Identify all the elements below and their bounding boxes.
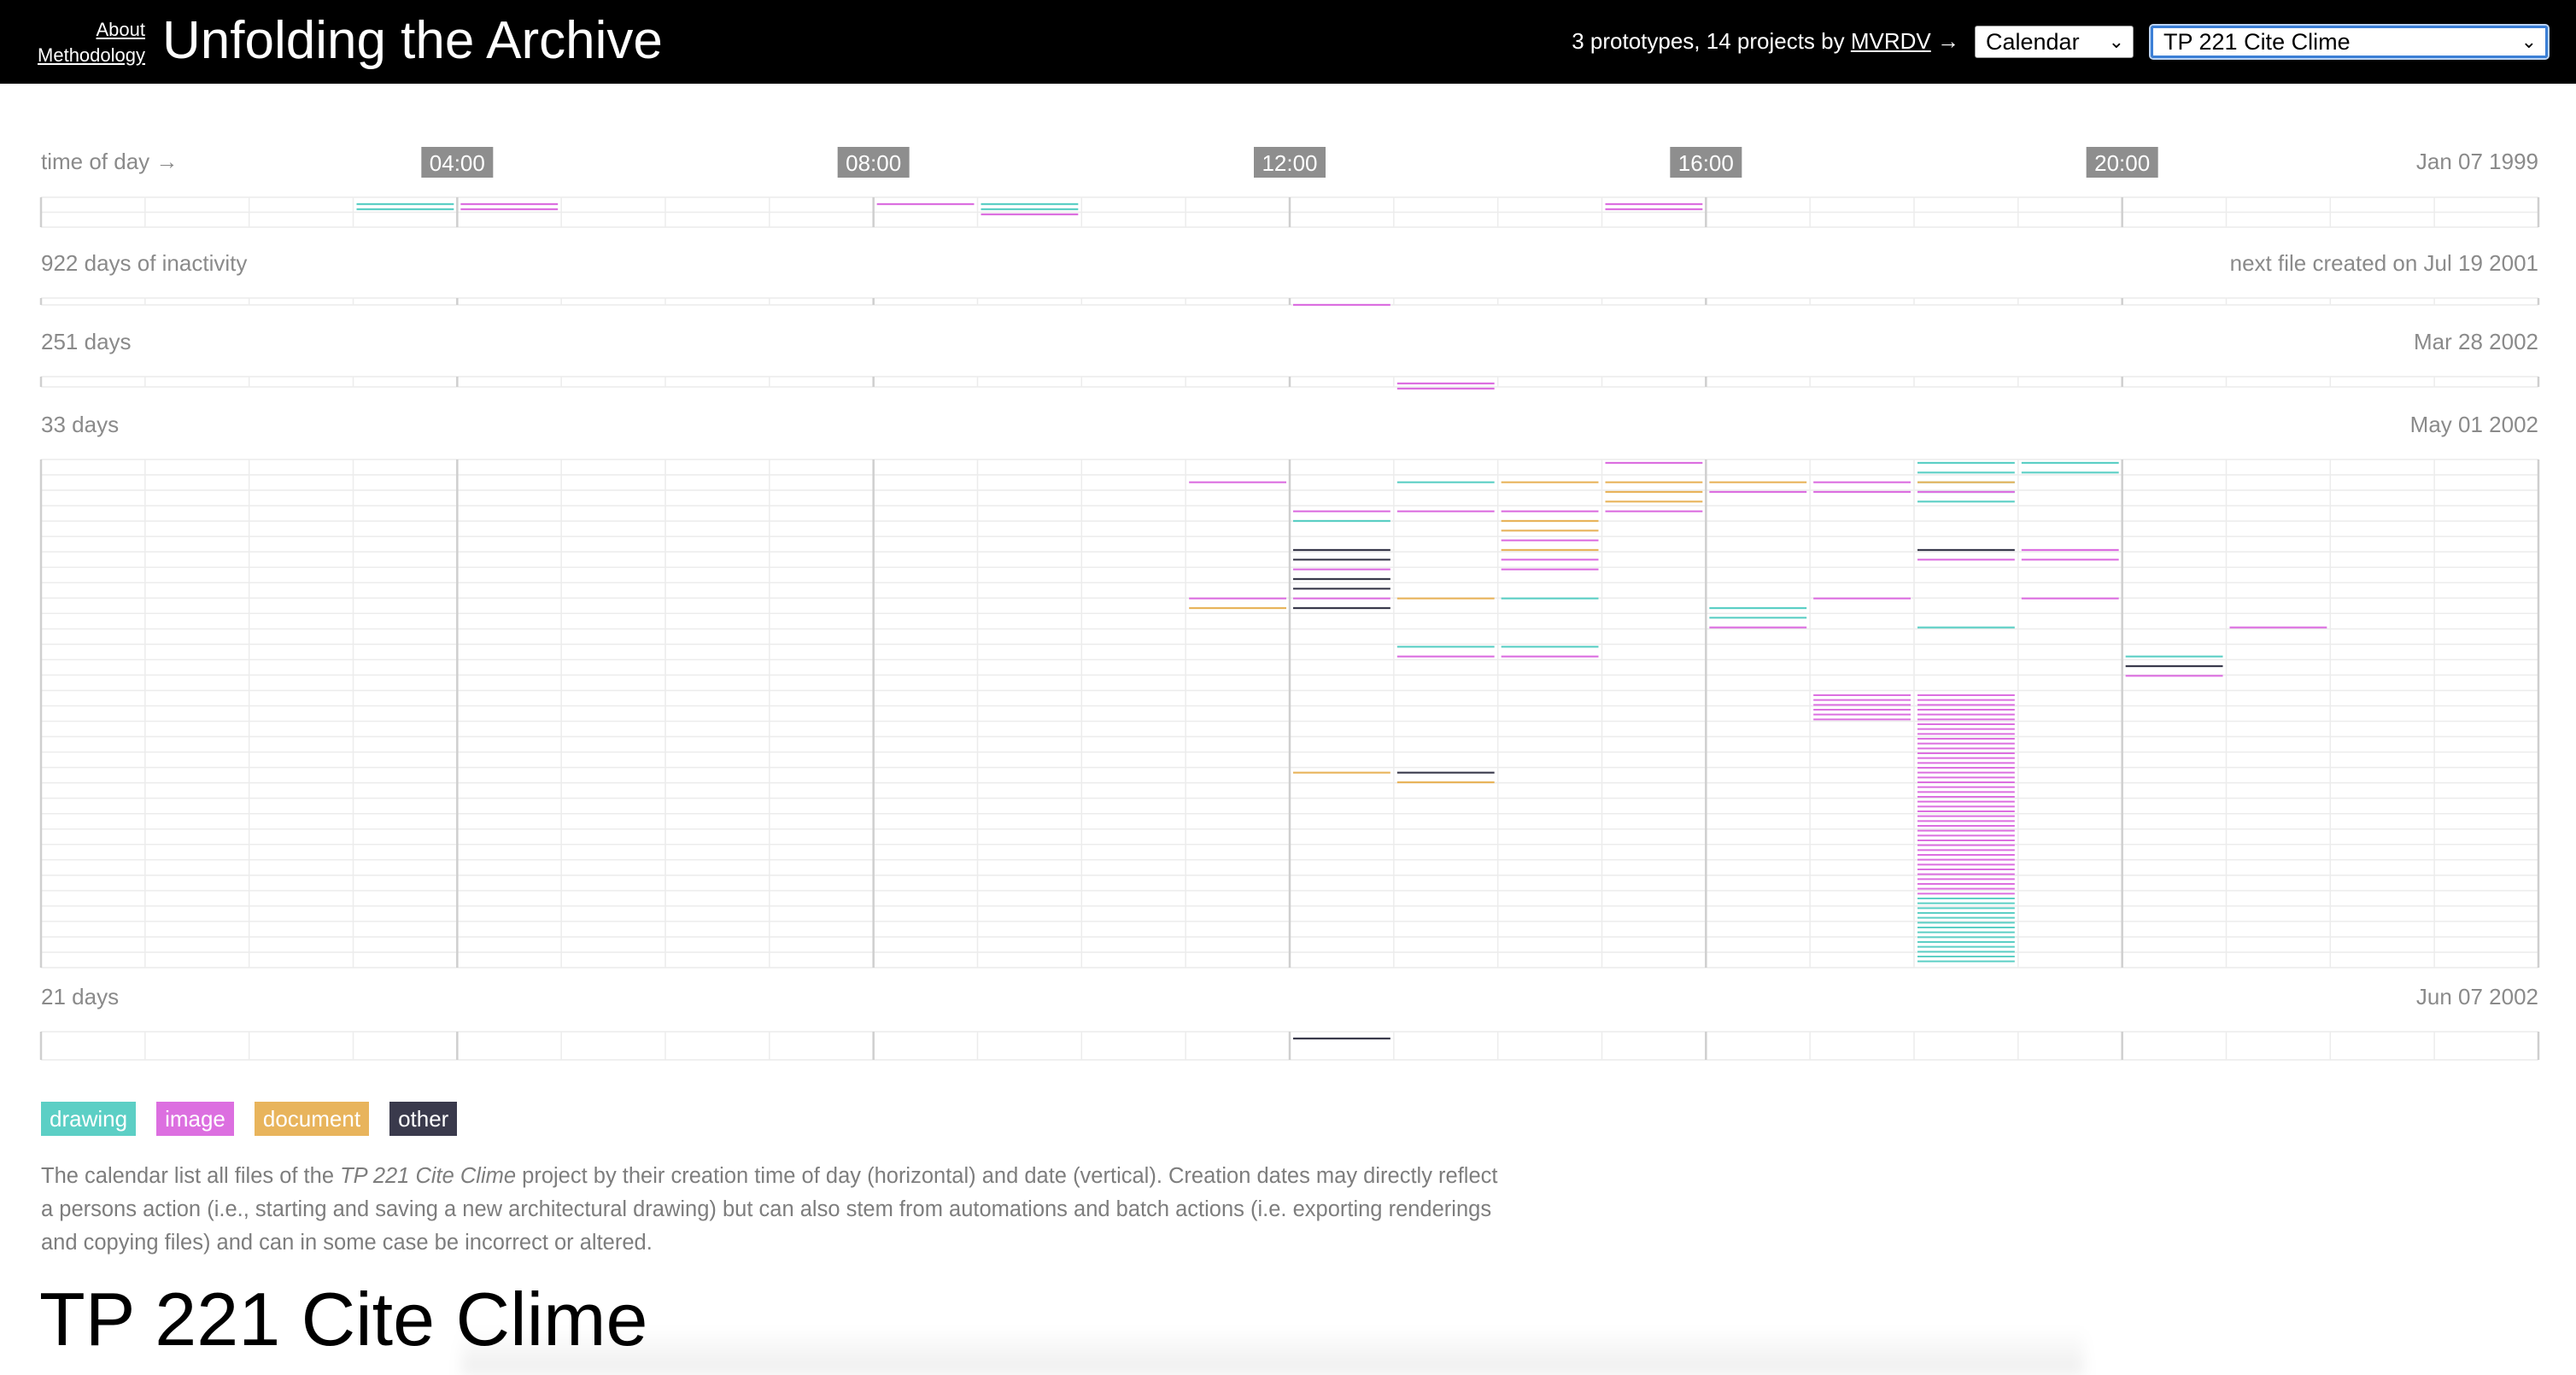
tick-label: 16:00 [1678, 150, 1734, 176]
section-gap-label: 922 days of inactivity [41, 250, 247, 276]
chevron-down-icon: ⌄ [2520, 31, 2537, 52]
legend-drawing[interactable]: drawing [41, 1102, 137, 1136]
legend-other[interactable]: other [389, 1102, 458, 1136]
tagline-text: 3 prototypes, 14 projects by [1572, 28, 1845, 54]
tick-label: 04:00 [430, 150, 485, 176]
tick-label: 08:00 [846, 150, 901, 176]
section-date: next file created on Jul 19 2001 [2230, 250, 2538, 276]
app-title: Unfolding the Archive [162, 11, 663, 70]
legend-document[interactable]: document [254, 1102, 370, 1136]
top-bar: About Methodology Unfolding the Archive … [0, 0, 2576, 84]
view-select[interactable]: Calendar ⌄ [1975, 26, 2134, 58]
legend: drawing image document other [41, 1102, 458, 1136]
view-select-value: Calendar [1986, 29, 2080, 55]
methodology-link[interactable]: Methodology [38, 43, 145, 68]
calendar-section-4: 21 days Jun 07 2002 [39, 984, 2540, 1061]
project-select[interactable]: TP 221 Cite Clime ⌄ [2149, 24, 2550, 60]
legend-image[interactable]: image [156, 1102, 234, 1136]
chevron-down-icon: ⌄ [2108, 31, 2124, 52]
tick-label: 20:00 [2094, 150, 2150, 176]
axis-label: time of day → [41, 149, 178, 174]
project-select-value: TP 221 Cite Clime [2163, 29, 2351, 55]
about-link[interactable]: About [38, 17, 146, 43]
calendar-section-0 [39, 196, 2540, 228]
description: The calendar list all files of the TP 22… [41, 1160, 1510, 1260]
section-gap-label: 21 days [41, 984, 119, 1009]
description-part1: The calendar list all files of the [41, 1164, 341, 1188]
calendar-section-2: 251 days Mar 28 2002 [39, 329, 2540, 390]
section-date: Mar 28 2002 [2414, 329, 2538, 354]
calendar-chart: time of day → 04:00 08:00 12:00 16:00 20:00 Ja… [39, 147, 2540, 1061]
scroll-shadow [461, 1328, 2084, 1375]
arrow-icon: → [1937, 28, 1959, 54]
section-gap-label: 33 days [41, 412, 119, 437]
mvrdv-link[interactable]: MVRDV [1851, 28, 1931, 54]
calendar-section-3: 33 days May 01 2002 [39, 412, 2540, 968]
section-date: May 01 2002 [2410, 412, 2538, 437]
section-gap-label: 251 days [41, 329, 132, 354]
calendar-section-1: 922 days of inactivity next file created … [39, 250, 2540, 307]
project-title: TP 221 Cite Clime [39, 1277, 648, 1361]
tagline: 3 prototypes, 14 projects by MVRDV → [1572, 26, 1959, 56]
tick-label: 12:00 [1262, 150, 1317, 176]
section-date: Jan 07 1999 [2416, 149, 2538, 174]
nav-links: About Methodology [38, 17, 145, 68]
section-date: Jun 07 2002 [2416, 984, 2538, 1009]
description-project: TP 221 Cite Clime [340, 1164, 517, 1188]
